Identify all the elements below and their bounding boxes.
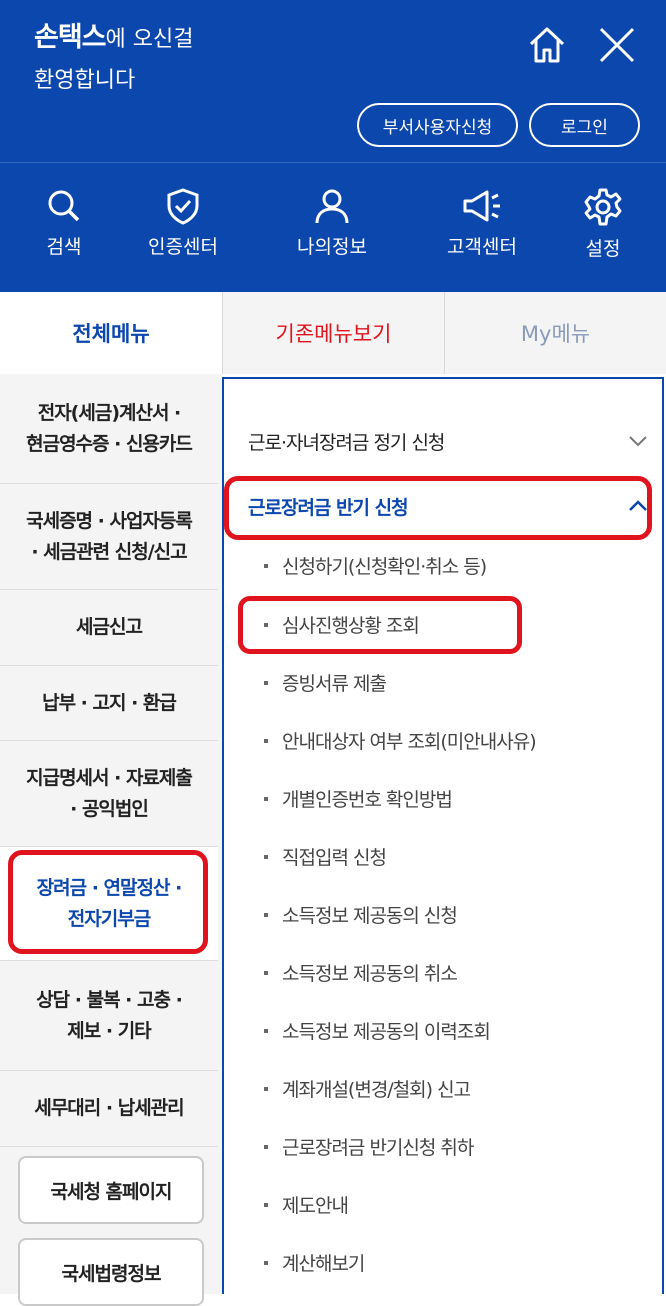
left-item-line: 현금영수증 · 신용카드	[26, 432, 193, 455]
left-item-line: 지급명세서 · 자료제출	[26, 766, 193, 789]
login-button[interactable]: 로그인	[529, 103, 640, 147]
submenu-item-label: 신청하기(신청확인·취소 등)	[282, 556, 487, 578]
search-icon	[48, 190, 80, 222]
quick-my-info-label: 나의정보	[297, 236, 367, 258]
welcome-suffix: 에 오신걸	[105, 27, 194, 52]
tab-all-menu[interactable]: 전체메뉴	[0, 292, 222, 374]
submenu-item[interactable]: 소득정보 제공동의 신청	[264, 901, 458, 928]
bullet-icon	[264, 738, 268, 743]
submenu-item-label: 안내대상자 여부 조회(미안내사유)	[282, 731, 537, 753]
brand-name: 손택스	[34, 22, 107, 53]
left-item-line: · 공익법인	[70, 797, 149, 820]
left-item-tax-report[interactable]: 세금신고	[0, 590, 218, 666]
bullet-icon	[264, 854, 268, 859]
left-item-payment-statement[interactable]: 지급명세서 · 자료제출 · 공익법인	[0, 741, 218, 847]
left-item-line: 상담 · 불복 · 고충 ·	[36, 988, 183, 1011]
bullet-icon	[264, 1086, 268, 1091]
submenu-item[interactable]: 소득정보 제공동의 이력조회	[264, 1017, 491, 1044]
submenu-item-label: 소득정보 제공동의 신청	[282, 905, 458, 927]
left-item-tax-agent[interactable]: 세무대리 · 납세관리	[0, 1071, 218, 1147]
submenu-item-label: 계산해보기	[282, 1253, 365, 1275]
bullet-icon	[264, 563, 268, 568]
submenu-item[interactable]: 소득정보 제공동의 취소	[264, 959, 458, 986]
quick-search[interactable]: 검색	[9, 186, 119, 259]
bullet-icon	[264, 912, 268, 917]
app-header: 손택스에 오신걸 환영합니다 부서사용자신청 로그인 검색 인증센터 나의정보 …	[0, 0, 666, 292]
chevron-down-icon	[629, 436, 647, 447]
quick-my-info[interactable]: 나의정보	[277, 186, 387, 259]
submenu-item[interactable]: 안내대상자 여부 조회(미안내사유)	[264, 727, 537, 754]
submenu-item-label: 계좌개설(변경/철회) 신고	[282, 1079, 471, 1101]
section-label: 근로·자녀장려금 정기 신청	[248, 431, 445, 454]
welcome-message: 손택스에 오신걸 환영합니다	[34, 18, 194, 101]
submenu-item[interactable]: 근로장려금 반기신청 취하	[264, 1133, 474, 1160]
left-item-line: 세금신고	[76, 616, 143, 638]
submenu-item[interactable]: 신청하기(신청확인·취소 등)	[264, 552, 487, 579]
submenu-item-label: 소득정보 제공동의 이력조회	[282, 1021, 491, 1043]
left-item-line: 세무대리 · 납세관리	[34, 1097, 184, 1119]
submenu-item-label: 증빙서류 제출	[282, 673, 387, 695]
bullet-icon	[264, 970, 268, 975]
shield-check-icon	[167, 188, 199, 225]
nts-homepage-button[interactable]: 국세청 홈페이지	[18, 1156, 204, 1224]
left-item-e-invoice[interactable]: 전자(세금)계산서 · 현금영수증 · 신용카드	[0, 374, 218, 484]
tab-my-menu[interactable]: My메뉴	[444, 292, 666, 374]
header-divider	[0, 162, 666, 163]
welcome-line2: 환영합니다	[34, 68, 136, 93]
bullet-icon	[264, 796, 268, 801]
submenu-item[interactable]: 직접입력 신청	[264, 843, 387, 870]
left-item-consulting[interactable]: 상담 · 불복 · 고충 · 제보 · 기타	[0, 961, 218, 1071]
close-icon[interactable]	[594, 22, 640, 68]
submenu-item-label: 직접입력 신청	[282, 847, 387, 869]
highlight-box-left	[8, 850, 208, 954]
left-item-line: 제보 · 기타	[67, 1019, 151, 1042]
megaphone-icon	[463, 190, 500, 222]
section-regular-application[interactable]: 근로·자녀장려금 정기 신청	[248, 419, 648, 463]
submenu-item[interactable]: 계산해보기	[264, 1249, 365, 1276]
menu-tabs: 전체메뉴 기존메뉴보기 My메뉴	[0, 292, 666, 374]
bullet-icon	[264, 1260, 268, 1265]
submenu-item[interactable]: 계좌개설(변경/철회) 신고	[264, 1075, 471, 1102]
submenu-item-label: 소득정보 제공동의 취소	[282, 963, 458, 985]
quick-auth-center[interactable]: 인증센터	[128, 186, 238, 259]
left-item-line: · 세금관련 신청/신고	[31, 540, 187, 563]
highlight-box-section	[224, 476, 652, 540]
quick-auth-center-label: 인증센터	[148, 236, 218, 258]
home-icon[interactable]	[524, 22, 570, 68]
submenu-item-label: 근로장려금 반기신청 취하	[282, 1137, 474, 1159]
left-category-menu: 전자(세금)계산서 · 현금영수증 · 신용카드 국세증명 · 사업자등록 · 세금…	[0, 374, 222, 1306]
quick-customer-center[interactable]: 고객센터	[427, 186, 537, 259]
bullet-icon	[264, 1028, 268, 1033]
quick-settings-label: 설정	[585, 238, 621, 260]
submenu-item[interactable]: 증빙서류 제출	[264, 669, 387, 696]
submenu-item-label: 제도안내	[282, 1195, 349, 1217]
submenu-item[interactable]: 제도안내	[264, 1191, 349, 1218]
quick-search-label: 검색	[46, 236, 82, 258]
left-item-line: 납부 · 고지 · 환급	[42, 691, 177, 714]
quick-settings[interactable]: 설정	[548, 186, 658, 261]
quick-customer-center-label: 고객센터	[447, 236, 517, 258]
left-item-line: 전자(세금)계산서 ·	[37, 401, 182, 424]
bullet-icon	[264, 1202, 268, 1207]
highlight-box-item	[238, 596, 522, 654]
bullet-icon	[264, 1144, 268, 1149]
submenu-item[interactable]: 개별인증번호 확인방법	[264, 785, 453, 812]
tax-law-info-button[interactable]: 국세법령정보	[18, 1238, 204, 1306]
person-icon	[315, 189, 349, 224]
dept-user-request-button[interactable]: 부서사용자신청	[357, 103, 518, 147]
left-item-line: 국세증명 · 사업자등록	[26, 509, 193, 532]
left-item-payment[interactable]: 납부 · 고지 · 환급	[0, 666, 218, 741]
tab-legacy-menu[interactable]: 기존메뉴보기	[222, 292, 444, 374]
bullet-icon	[264, 680, 268, 685]
submenu-item-label: 개별인증번호 확인방법	[282, 789, 453, 811]
left-item-certificates[interactable]: 국세증명 · 사업자등록 · 세금관련 신청/신고	[0, 484, 218, 590]
gear-icon	[584, 188, 622, 226]
